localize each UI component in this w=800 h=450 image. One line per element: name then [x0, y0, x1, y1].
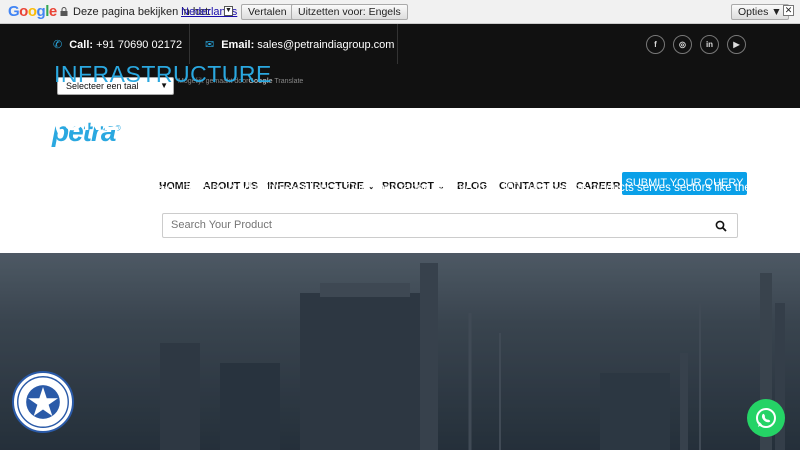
hero-overlay — [0, 253, 800, 450]
translate-options-button[interactable]: Opties ▼ — [731, 4, 789, 20]
disable-translate-button[interactable]: Uitzetten voor: Engels — [291, 4, 408, 20]
envelope-icon: ✉ — [205, 39, 215, 51]
youtube-icon[interactable]: ▶ — [727, 35, 746, 54]
linkedin-icon[interactable]: in — [700, 35, 719, 54]
lock-icon — [60, 7, 68, 16]
divider — [189, 24, 190, 64]
instagram-icon[interactable]: ◎ — [673, 35, 692, 54]
chevron-down-icon[interactable]: ▼ — [224, 6, 233, 16]
search-input[interactable] — [171, 219, 691, 231]
google-translate-bar: Google Deze pagina bekijken in het: Nede… — [0, 0, 800, 24]
email-contact[interactable]: ✉ Email: sales@petraindiagroup.com — [205, 38, 394, 51]
star-export-house-badge — [12, 371, 74, 433]
translate-button[interactable]: Vertalen — [241, 4, 294, 20]
product-search[interactable] — [162, 213, 738, 238]
phone-icon: ✆ — [53, 39, 63, 51]
whatsapp-icon — [756, 408, 776, 428]
facebook-icon[interactable]: f — [646, 35, 665, 54]
search-icon[interactable] — [715, 220, 727, 232]
hero-kicker: INFRASTRUCTURE — [54, 61, 272, 87]
google-logo: Google — [8, 3, 57, 20]
divider — [397, 24, 398, 64]
close-icon[interactable]: ✕ — [783, 5, 794, 16]
hero-title: (UNLEASHING PRODUCTION EXCELLENCE: REDEF… — [54, 106, 639, 174]
hero-banner — [0, 253, 800, 450]
phone-contact[interactable]: ✆ Call: +91 70690 02172 — [53, 38, 182, 51]
hero-paragraph: Petra India Group, revolutionising produ… — [54, 182, 751, 194]
whatsapp-chat-button[interactable] — [747, 399, 785, 437]
